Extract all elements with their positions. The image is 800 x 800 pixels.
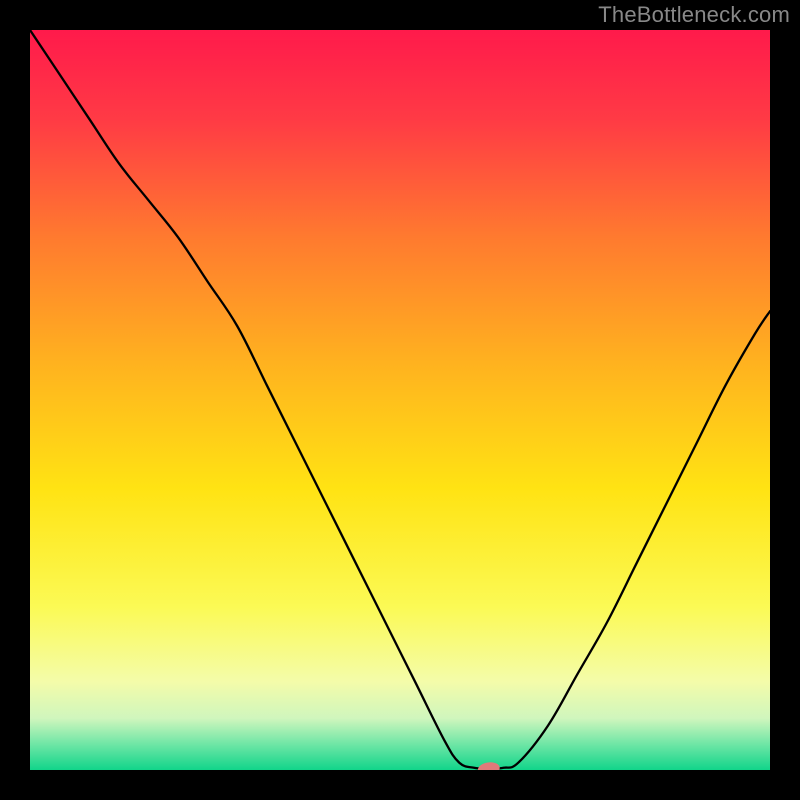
- chart-frame: TheBottleneck.com: [0, 0, 800, 800]
- chart-background: [30, 30, 770, 770]
- plot-area: [30, 30, 770, 770]
- watermark-text: TheBottleneck.com: [598, 2, 790, 28]
- chart-svg: [30, 30, 770, 770]
